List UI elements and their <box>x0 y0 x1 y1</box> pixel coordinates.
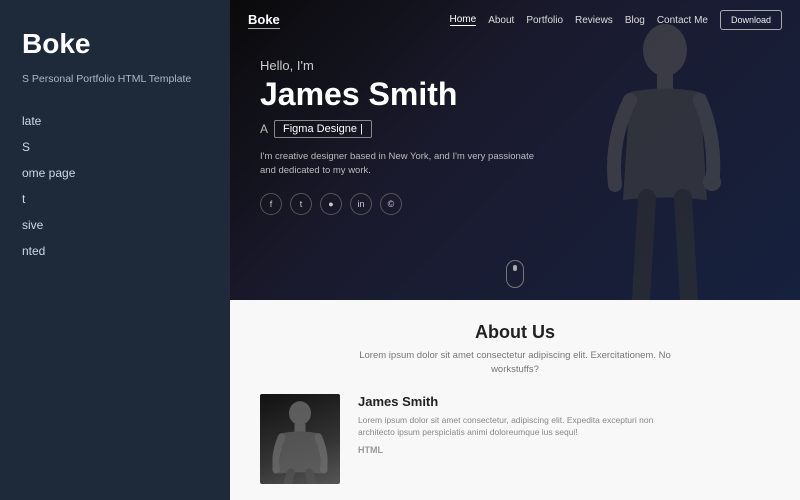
nav-blog[interactable]: Blog <box>625 15 645 26</box>
nav-links: Home About Portfolio Reviews Blog Contac… <box>450 10 783 30</box>
sidebar-item-home[interactable]: ome page <box>22 163 208 183</box>
hero-role-prefix: A <box>260 122 268 136</box>
sidebar-item-rt[interactable]: t <box>22 189 208 209</box>
about-silhouette <box>273 399 328 484</box>
download-button[interactable]: Download <box>720 10 782 30</box>
about-paragraph: Lorem ipsum dolor sit amet consectetur, … <box>358 414 658 440</box>
hero-name: James Smith <box>260 77 770 112</box>
social-icons: f t ● in © <box>260 193 770 215</box>
nav-reviews[interactable]: Reviews <box>575 15 613 26</box>
about-description: Lorem ipsum dolor sit amet consectetur a… <box>335 349 695 378</box>
nav-about[interactable]: About <box>488 15 514 26</box>
social-twitter[interactable]: t <box>290 193 312 215</box>
scroll-indicator <box>506 260 524 288</box>
hero-section: Boke Home About Portfolio Reviews Blog C… <box>230 0 800 300</box>
left-panel: Boke S Personal Portfolio HTML Template … <box>0 0 230 500</box>
brand-subtitle: S Personal Portfolio HTML Template <box>22 72 208 87</box>
hero-description: I'm creative designer based in New York,… <box>260 150 540 179</box>
social-github[interactable]: © <box>380 193 402 215</box>
social-facebook[interactable]: f <box>260 193 282 215</box>
about-section: About Us Lorem ipsum dolor sit amet cons… <box>230 300 800 500</box>
about-title: About Us <box>260 322 770 343</box>
right-panel: Boke Home About Portfolio Reviews Blog C… <box>230 0 800 500</box>
sidebar-item-template[interactable]: late <box>22 111 208 131</box>
nav-home[interactable]: Home <box>450 14 477 26</box>
social-linkedin[interactable]: in <box>350 193 372 215</box>
nav-portfolio[interactable]: Portfolio <box>526 15 563 26</box>
about-text: James Smith Lorem ipsum dolor sit amet c… <box>358 394 658 456</box>
about-person-name: James Smith <box>358 394 658 409</box>
about-label: HTML <box>358 445 658 455</box>
hero-role-badge: Figma Designe | <box>274 120 372 138</box>
navbar-logo: Boke <box>248 12 280 29</box>
scroll-dot <box>513 265 517 271</box>
hero-role-line: A Figma Designe | <box>260 120 770 138</box>
sidebar-item-nted[interactable]: nted <box>22 241 208 261</box>
sidebar-item-sive[interactable]: sive <box>22 215 208 235</box>
sidebar-item-js[interactable]: S <box>22 137 208 157</box>
hero-hello: Hello, I'm <box>260 58 770 73</box>
about-image <box>260 394 340 484</box>
social-dribbble[interactable]: ● <box>320 193 342 215</box>
brand-title: Boke <box>22 28 208 60</box>
navbar: Boke Home About Portfolio Reviews Blog C… <box>230 0 800 40</box>
about-content: James Smith Lorem ipsum dolor sit amet c… <box>260 394 770 484</box>
nav-contact[interactable]: Contact Me <box>657 15 708 26</box>
